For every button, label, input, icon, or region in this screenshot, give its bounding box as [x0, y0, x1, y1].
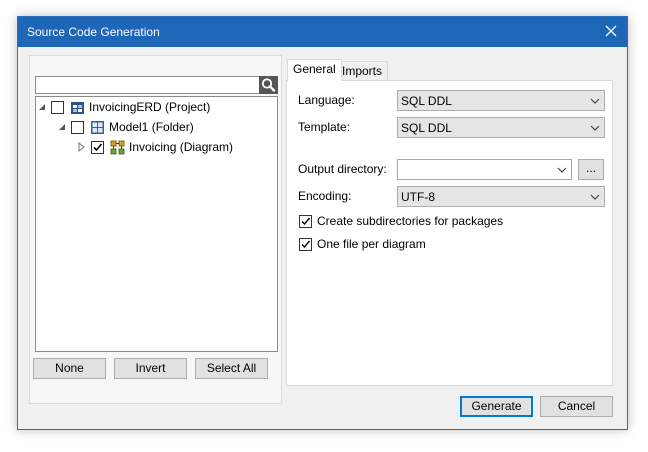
- project-icon: [71, 101, 84, 114]
- general-tab-panel: Language: SQL DDL Template: SQL DDL Outp…: [286, 80, 613, 386]
- close-icon[interactable]: [603, 23, 619, 39]
- folder-model-icon: [91, 120, 104, 134]
- language-select[interactable]: SQL DDL: [397, 90, 605, 111]
- diagram-icon: [110, 140, 125, 154]
- chevron-down-icon: [590, 125, 600, 131]
- one-file-per-diagram-label: One file per diagram: [317, 237, 426, 251]
- one-file-per-diagram-option[interactable]: One file per diagram: [299, 237, 426, 251]
- encoding-select[interactable]: UTF-8: [397, 186, 605, 207]
- one-file-per-diagram-checkbox[interactable]: [299, 237, 312, 251]
- output-directory-label: Output directory:: [298, 162, 387, 176]
- browse-button[interactable]: ...: [578, 159, 604, 180]
- select-all-button[interactable]: Select All: [195, 358, 268, 379]
- checkmark-icon: [301, 217, 311, 225]
- template-select[interactable]: SQL DDL: [397, 117, 605, 138]
- generate-button[interactable]: Generate: [460, 396, 533, 417]
- search-button[interactable]: [259, 76, 278, 94]
- create-subdirectories-label: Create subdirectories for packages: [317, 214, 504, 228]
- tree-node-folder[interactable]: Model1 (Folder): [57, 118, 194, 136]
- language-value: SQL DDL: [401, 94, 452, 108]
- cancel-button[interactable]: Cancel: [540, 396, 613, 417]
- tree-node-label: Invoicing (Diagram): [129, 140, 234, 154]
- tree-node-label: Model1 (Folder): [109, 120, 194, 134]
- tree-node-project[interactable]: InvoicingERD (Project): [37, 98, 210, 116]
- language-label: Language:: [298, 93, 355, 107]
- tab-general[interactable]: General: [287, 59, 342, 81]
- tree-search-input[interactable]: [35, 76, 259, 94]
- tree-node-checkbox[interactable]: [91, 140, 104, 154]
- title-bar: Source Code Generation: [18, 17, 627, 47]
- window-title: Source Code Generation: [27, 25, 160, 39]
- create-subdirectories-option[interactable]: Create subdirectories for packages: [299, 214, 503, 228]
- search-icon: [261, 78, 276, 92]
- model-tree: InvoicingERD (Project) Model1 (Folder) I…: [35, 96, 278, 352]
- chevron-down-icon: [590, 194, 600, 200]
- source-code-generation-dialog: Source Code Generation InvoicingERD (Pro…: [17, 16, 628, 430]
- invert-selection-button[interactable]: Invert: [114, 358, 187, 379]
- encoding-value: UTF-8: [401, 190, 435, 204]
- tree-node-diagram[interactable]: Invoicing (Diagram): [77, 138, 233, 156]
- tab-imports[interactable]: Imports: [336, 61, 389, 81]
- tree-node-checkbox[interactable]: [71, 120, 84, 134]
- checkmark-icon: [93, 142, 103, 151]
- output-directory-input[interactable]: [397, 159, 572, 180]
- select-none-button[interactable]: None: [33, 358, 106, 379]
- expanded-triangle-icon[interactable]: [37, 102, 47, 112]
- create-subdirectories-checkbox[interactable]: [299, 214, 312, 228]
- chevron-down-icon[interactable]: [557, 165, 567, 175]
- checkmark-icon: [301, 240, 311, 248]
- tree-node-checkbox[interactable]: [51, 100, 64, 114]
- encoding-label: Encoding:: [298, 189, 352, 203]
- collapsed-triangle-icon[interactable]: [77, 142, 87, 152]
- tree-panel: InvoicingERD (Project) Model1 (Folder) I…: [29, 55, 282, 404]
- chevron-down-icon: [590, 98, 600, 104]
- template-label: Template:: [298, 120, 351, 134]
- template-value: SQL DDL: [401, 121, 452, 135]
- tree-node-label: InvoicingERD (Project): [89, 100, 211, 114]
- expanded-triangle-icon[interactable]: [57, 122, 67, 132]
